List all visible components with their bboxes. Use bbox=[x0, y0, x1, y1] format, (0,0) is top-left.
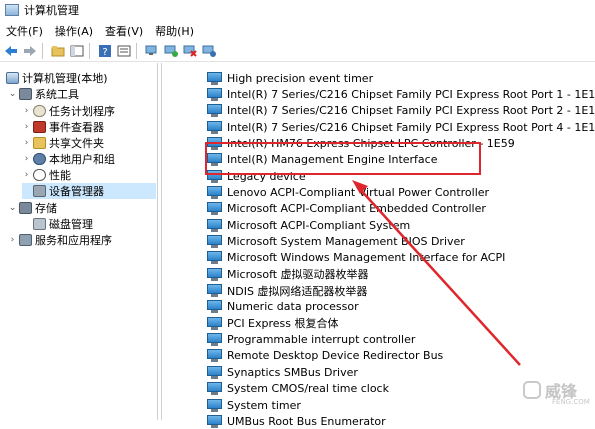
feng-logo-icon bbox=[523, 381, 541, 399]
watermark-sub: FENG.COM bbox=[552, 398, 590, 406]
annotation-arrow bbox=[352, 180, 521, 366]
